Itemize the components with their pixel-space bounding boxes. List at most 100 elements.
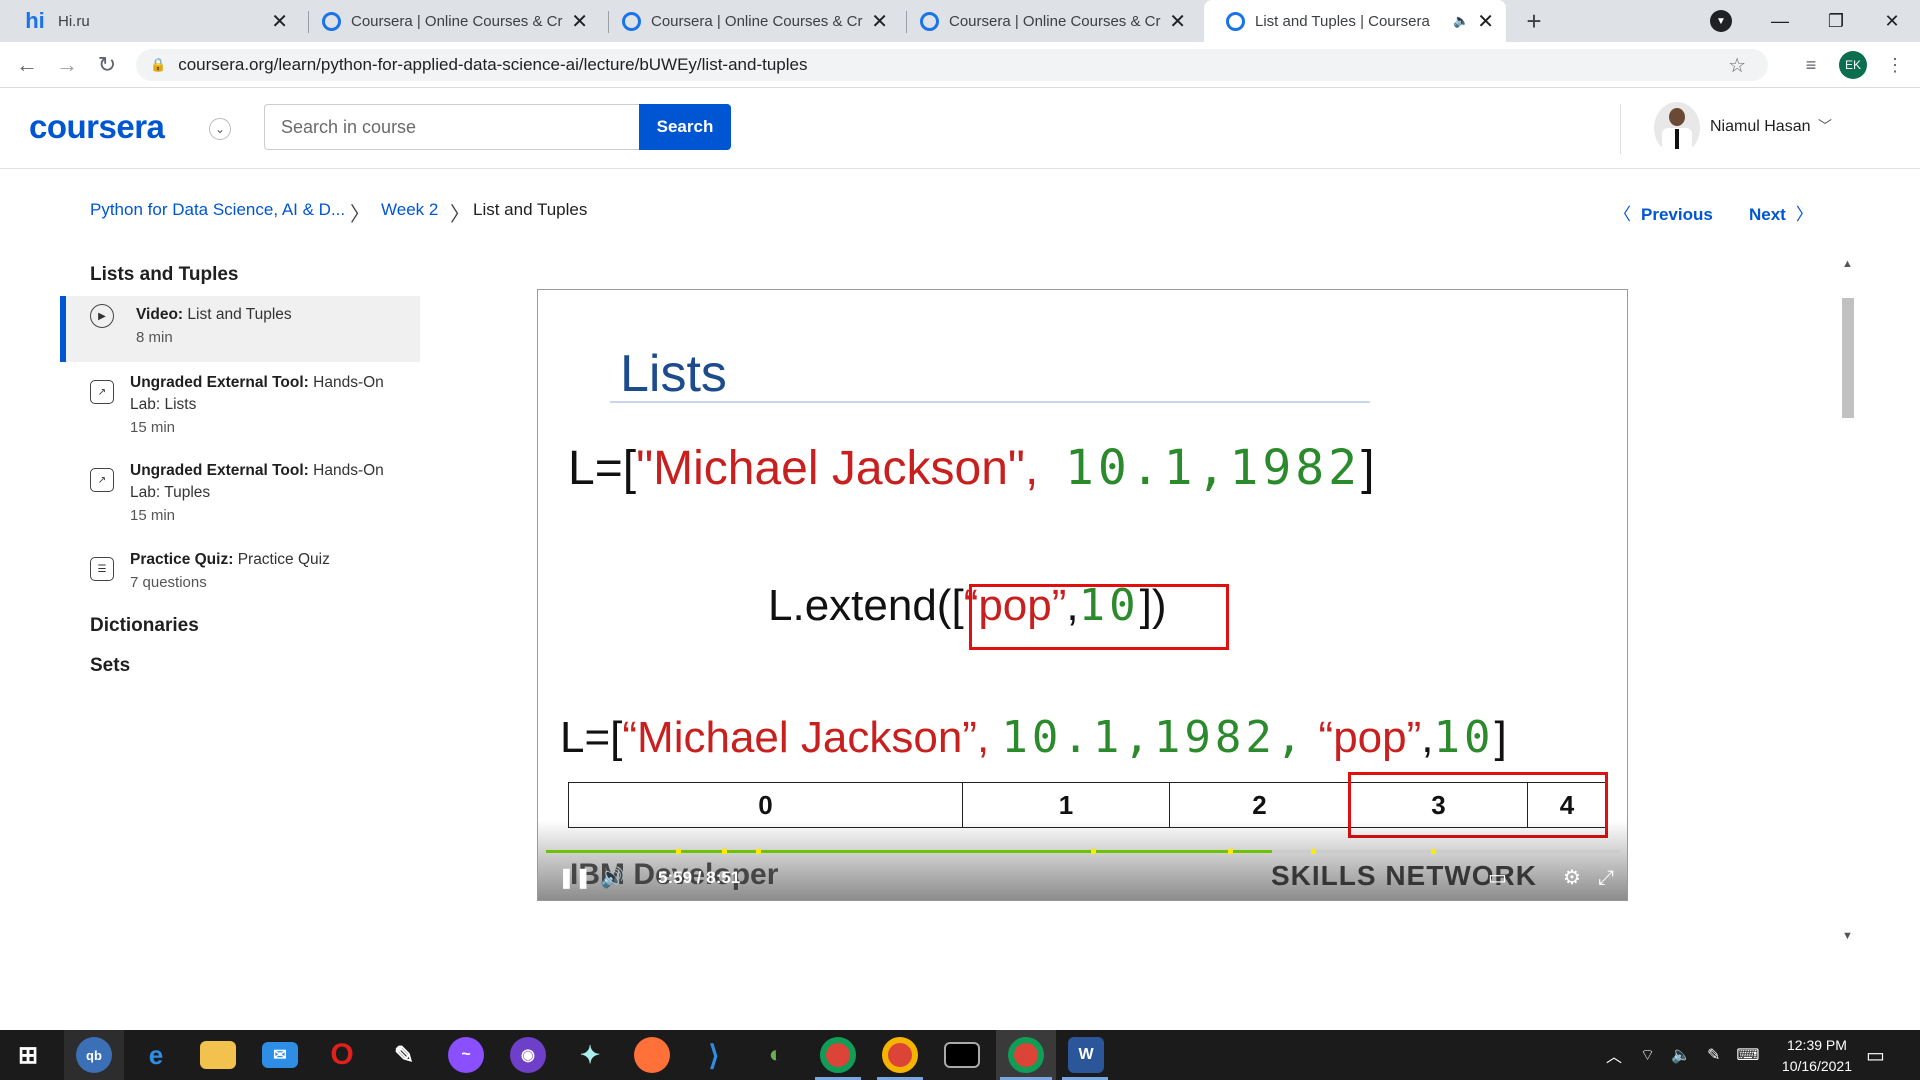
qb-icon[interactable]: qb	[76, 1037, 112, 1073]
mail-icon[interactable]: ✉	[262, 1042, 298, 1068]
edge-icon[interactable]: e	[138, 1037, 174, 1073]
scroll-thumb[interactable]	[1842, 298, 1854, 418]
time-current: 5:59	[658, 868, 693, 887]
video-progress-bar[interactable]	[546, 849, 1620, 854]
item-title: Hands-On	[313, 462, 384, 479]
previous-label: Previous	[1641, 205, 1713, 224]
sidebar-item-video[interactable]: ▶ Video: List and Tuples 8 min	[60, 296, 420, 362]
close-tab-icon[interactable]: ✕	[1169, 9, 1186, 34]
captions-icon[interactable]: ▭	[1488, 865, 1507, 890]
profile-button[interactable]: EK	[1838, 50, 1868, 80]
wifi-icon[interactable]: ⌔	[1640, 1045, 1655, 1065]
tab-title: List and Tuples | Coursera	[1255, 12, 1430, 30]
item-type: Video:	[136, 306, 184, 323]
breadcrumb-course[interactable]: Python for Data Science, AI & D...	[90, 200, 345, 220]
browser-tab[interactable]: Coursera | Online Courses & Credentials …	[300, 0, 600, 42]
user-name[interactable]: Niamul Hasan	[1710, 118, 1810, 136]
tab-search-icon[interactable]: ▼	[1710, 10, 1732, 32]
app2-icon[interactable]: ◐	[758, 1037, 794, 1073]
breadcrumb-week[interactable]: Week 2	[381, 200, 438, 220]
pen-icon[interactable]: ✎	[1707, 1045, 1720, 1065]
back-icon[interactable]: ←	[12, 50, 42, 80]
user-avatar[interactable]	[1654, 102, 1700, 154]
browser-tab[interactable]: Coursera | Online Courses & Credentials …	[600, 0, 900, 42]
fullscreen-icon[interactable]: ⤢	[1598, 867, 1614, 890]
volume-icon[interactable]: 🔊	[600, 865, 625, 890]
search-button[interactable]: Search	[639, 104, 731, 150]
sidebar-item-lab-tuples[interactable]: ↗ Ungraded External Tool: Hands-On Lab: …	[60, 460, 420, 528]
reload-icon[interactable]: ↻	[92, 50, 122, 80]
chevron-right-icon: 〉	[450, 204, 470, 226]
item-meta: 8 min	[136, 329, 173, 346]
slide-divider	[610, 401, 1370, 403]
app-icon[interactable]: ✦	[572, 1037, 608, 1073]
system-clock[interactable]: 12:39 PM 10/16/2021	[1782, 1035, 1852, 1077]
coursera-icon	[622, 11, 641, 31]
terminal-icon[interactable]	[944, 1042, 980, 1068]
word-icon[interactable]: W	[1068, 1037, 1104, 1073]
browser-menu-icon[interactable]: ⋮	[1880, 50, 1910, 80]
page-scrollbar[interactable]: ▲ ▼	[1840, 258, 1856, 942]
close-tab-icon[interactable]: ✕	[271, 9, 288, 34]
messenger-icon[interactable]: ~	[448, 1037, 484, 1073]
progress-fill	[546, 850, 1273, 853]
slide-title: Lists	[620, 345, 727, 403]
video-player[interactable]: Lists L=["Michael Jackson", 10.1,1982] L…	[537, 289, 1628, 901]
settings-gear-icon[interactable]: ⚙	[1563, 865, 1581, 890]
breadcrumb-current: List and Tuples	[473, 200, 588, 219]
chrome-profile-icon[interactable]	[1008, 1037, 1044, 1073]
pause-icon[interactable]: ❚❚	[558, 865, 592, 890]
media-control-icon[interactable]: ≡	[1796, 50, 1826, 80]
code-line-1: L=["Michael Jackson", 10.1,1982]	[568, 440, 1375, 496]
highlight-box	[969, 584, 1229, 650]
restore-icon[interactable]: ❐	[1808, 0, 1864, 42]
previous-button[interactable]: 〈 Previous	[1614, 200, 1713, 225]
item-title: List and Tuples	[187, 306, 292, 323]
bookmark-star-icon[interactable]: ☆	[1728, 53, 1746, 78]
close-tab-icon[interactable]: ✕	[871, 9, 888, 34]
scroll-down-icon[interactable]: ▼	[1842, 930, 1853, 942]
vscode-icon[interactable]: ⟩	[696, 1037, 732, 1073]
address-bar[interactable]: 🔒 coursera.org/learn/python-for-applied-…	[136, 49, 1768, 81]
section-title-dictionaries[interactable]: Dictionaries	[90, 615, 199, 637]
scroll-up-icon[interactable]: ▲	[1842, 258, 1853, 270]
browser-tab[interactable]: Coursera | Online Courses & Credentials …	[898, 0, 1198, 42]
chevron-down-icon[interactable]: ⌄	[209, 118, 231, 140]
item-meta: 15 min	[130, 507, 176, 524]
windows-start-icon[interactable]: ⊞	[10, 1037, 46, 1073]
close-tab-icon[interactable]: ✕	[571, 9, 588, 34]
coursera-logo[interactable]: coursera	[29, 108, 165, 146]
section-title-sets[interactable]: Sets	[90, 655, 130, 677]
time-total: 8:51	[706, 868, 741, 887]
time-separator: /	[696, 868, 702, 887]
search-input[interactable]: Search in course	[264, 104, 639, 150]
close-tab-icon[interactable]: ✕	[1477, 9, 1494, 34]
code-line-3: L=[“Michael Jackson”, 10.1,1982, “pop”,1…	[560, 712, 1507, 763]
speaker-icon[interactable]: 🔈	[1671, 1045, 1691, 1065]
item-title-cont: Lab: Tuples	[130, 484, 211, 501]
sidebar-item-practice-quiz[interactable]: ☰ Practice Quiz: Practice Quiz 7 questio…	[60, 549, 420, 595]
chrome-icon[interactable]	[882, 1037, 918, 1073]
audio-playing-icon[interactable]: 🔈	[1453, 13, 1469, 29]
notification-icon[interactable]: ▭	[1866, 1030, 1885, 1080]
sidebar-item-lab-lists[interactable]: ↗ Ungraded External Tool: Hands-On Lab: …	[60, 372, 420, 440]
next-button[interactable]: Next 〉	[1749, 200, 1813, 225]
section-title-lists[interactable]: Lists and Tuples	[90, 264, 239, 286]
minimize-icon[interactable]: —	[1752, 0, 1808, 42]
inkscape-icon[interactable]: ✎	[386, 1037, 422, 1073]
opera-icon[interactable]: O	[324, 1037, 360, 1073]
firefox-icon[interactable]	[634, 1037, 670, 1073]
keyboard-icon[interactable]: ⌨	[1736, 1045, 1759, 1065]
browser-tab-active[interactable]: List and Tuples | Coursera 🔈 ✕	[1204, 0, 1506, 42]
chrome-icon[interactable]	[820, 1037, 856, 1073]
new-tab-icon[interactable]: +	[1518, 0, 1550, 42]
coursera-header: coursera ⌄ Search in course Search Niamu…	[0, 88, 1920, 169]
close-window-icon[interactable]: ✕	[1864, 0, 1920, 42]
browser-tab[interactable]: hi Hi.ru ✕	[0, 0, 300, 42]
file-explorer-icon[interactable]	[200, 1041, 236, 1069]
chapter-marker	[676, 849, 681, 854]
chevron-down-icon[interactable]: ﹀	[1818, 116, 1832, 136]
chevron-up-icon[interactable]: ︿	[1606, 1043, 1622, 1067]
forward-icon[interactable]: →	[52, 50, 82, 80]
github-icon[interactable]: ◉	[510, 1037, 546, 1073]
